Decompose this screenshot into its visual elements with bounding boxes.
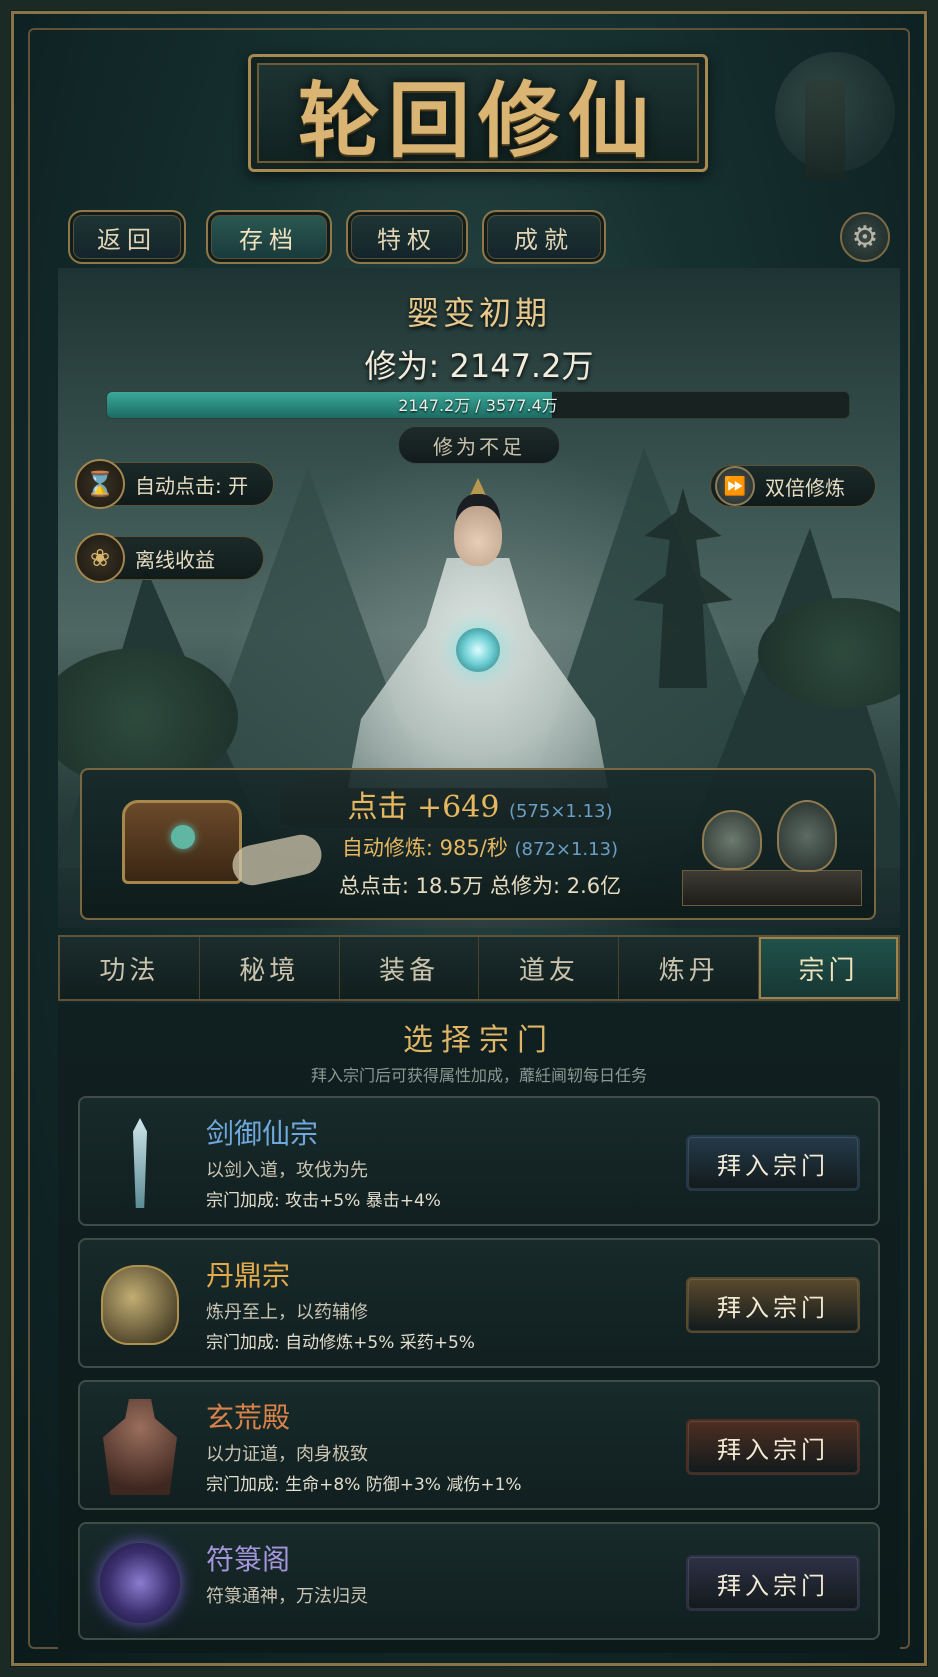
- sect-name: 玄荒殿: [206, 1401, 291, 1434]
- auto-rate-formula: (872×1.13): [514, 839, 619, 860]
- sect-card: 丹鼎宗 炼丹至上，以药辅修 宗门加成: 自动修炼+5% 采药+5% 拜入宗门: [78, 1238, 880, 1368]
- click-gain-value: 点击 +649: [347, 790, 500, 825]
- double-cultivation-button[interactable]: ⏩ 双倍修炼: [710, 465, 876, 507]
- join-sect-button[interactable]: 拜入宗门: [686, 1277, 860, 1333]
- offline-earnings-button[interactable]: ❀ 离线收益: [75, 533, 264, 583]
- join-sect-button[interactable]: 拜入宗门: [686, 1555, 860, 1611]
- lotus-icon: ❀: [75, 533, 125, 583]
- offline-earnings-label: 离线收益: [135, 547, 215, 572]
- cauldron-icon: [90, 1250, 190, 1360]
- join-sect-button[interactable]: 拜入宗门: [686, 1135, 860, 1191]
- double-cultivation-label: 双倍修炼: [765, 475, 845, 500]
- sect-bonus: 宗门加成: 攻击+5% 暴击+4%: [206, 1191, 441, 1211]
- sect-panel-title: 选择宗门: [403, 1023, 555, 1058]
- privilege-button-label: 特权: [377, 225, 437, 254]
- game-title: 轮回修仙: [297, 72, 658, 169]
- sect-panel-subtitle: 拜入宗门后可获得属性加成，蘼紝阃轫每日任务: [310, 1066, 647, 1085]
- sect-description: 符箓通神，万法归灵: [206, 1586, 368, 1607]
- meditation-icon: [90, 1534, 190, 1632]
- sect-card: 剑御仙宗 以剑入道，攻伐为先 宗门加成: 攻击+5% 暴击+4% 拜入宗门: [78, 1096, 880, 1226]
- sect-description: 以力证道，肉身极致: [206, 1444, 368, 1465]
- sect-card: 玄荒殿 以力证道，肉身极致 宗门加成: 生命+8% 防御+3% 减伤+1% 拜入…: [78, 1380, 880, 1510]
- cultivator-crown: [466, 478, 490, 504]
- sect-description: 以剑入道，攻伐为先: [206, 1160, 368, 1181]
- tab-equipment[interactable]: 装备: [340, 937, 480, 999]
- save-button-label: 存档: [239, 225, 299, 254]
- sect-description: 炼丹至上，以药辅修: [206, 1302, 368, 1323]
- spirit-orb: [456, 628, 500, 672]
- cultivator-head: [454, 506, 502, 566]
- save-button[interactable]: 存档: [206, 210, 332, 264]
- click-gain: 点击 +649 (575×1.13): [82, 782, 878, 826]
- sect-bonus: 宗门加成: 生命+8% 防御+3% 减伤+1%: [206, 1475, 522, 1495]
- tab-companions[interactable]: 道友: [479, 937, 620, 999]
- achievement-button[interactable]: 成就: [482, 210, 606, 264]
- insufficient-badge: 修为不足: [398, 426, 560, 464]
- back-button[interactable]: 返回: [68, 210, 186, 264]
- cultivation-progress-bar: 2147.2万 / 3577.4万: [106, 391, 850, 419]
- click-gain-formula: (575×1.13): [508, 801, 613, 822]
- cultivation-value: 修为: 2147.2万: [364, 347, 594, 385]
- auto-rate-value: 自动修炼: 985/秒: [341, 836, 508, 860]
- sect-name: 丹鼎宗: [206, 1259, 291, 1292]
- privilege-button[interactable]: 特权: [346, 210, 468, 264]
- achievement-button-label: 成就: [514, 225, 574, 254]
- progress-text: 2147.2万 / 3577.4万: [398, 396, 558, 415]
- cultivator-figure: [348, 558, 608, 788]
- tab-sect[interactable]: 宗门: [759, 937, 898, 999]
- gear-icon[interactable]: ⚙: [840, 212, 890, 262]
- sect-card: 符箓阁 符箓通神，万法归灵 拜入宗门: [78, 1522, 880, 1640]
- tab-secret-realm[interactable]: 秘境: [200, 937, 340, 999]
- warrior-icon: [90, 1392, 190, 1502]
- auto-cultivation-rate: 自动修炼: 985/秒 (872×1.13): [82, 832, 878, 862]
- fast-forward-icon: ⏩: [715, 466, 755, 506]
- pagoda-decoration: [805, 80, 845, 180]
- tab-alchemy[interactable]: 炼丹: [619, 937, 760, 999]
- join-sect-button[interactable]: 拜入宗门: [686, 1419, 860, 1475]
- back-button-label: 返回: [97, 225, 157, 254]
- sect-name: 剑御仙宗: [206, 1117, 319, 1150]
- hourglass-icon: ⌛: [75, 459, 125, 509]
- title-banner: 轮回修仙: [248, 54, 708, 172]
- auto-click-toggle[interactable]: ⌛ 自动点击: 开: [75, 459, 274, 509]
- sword-icon: [90, 1108, 190, 1218]
- sect-name: 符箓阁: [206, 1543, 291, 1576]
- stats-panel: 点击 +649 (575×1.13) 自动修炼: 985/秒 (872×1.13…: [80, 768, 876, 920]
- auto-click-label: 自动点击: 开: [135, 473, 249, 498]
- tab-techniques[interactable]: 功法: [60, 937, 200, 999]
- main-tabs: 功法 秘境 装备 道友 炼丹 宗门: [58, 935, 900, 1001]
- sect-bonus: 宗门加成: 自动修炼+5% 采药+5%: [206, 1333, 475, 1353]
- realm-label: 婴变初期: [406, 294, 551, 332]
- game-frame: 轮回修仙 返回 存档 特权 成就 ⚙ ⚙ 婴变初期 修为: 2147.2万 21…: [0, 0, 938, 1677]
- totals: 总点击: 18.5万 总修为: 2.6亿: [338, 874, 622, 898]
